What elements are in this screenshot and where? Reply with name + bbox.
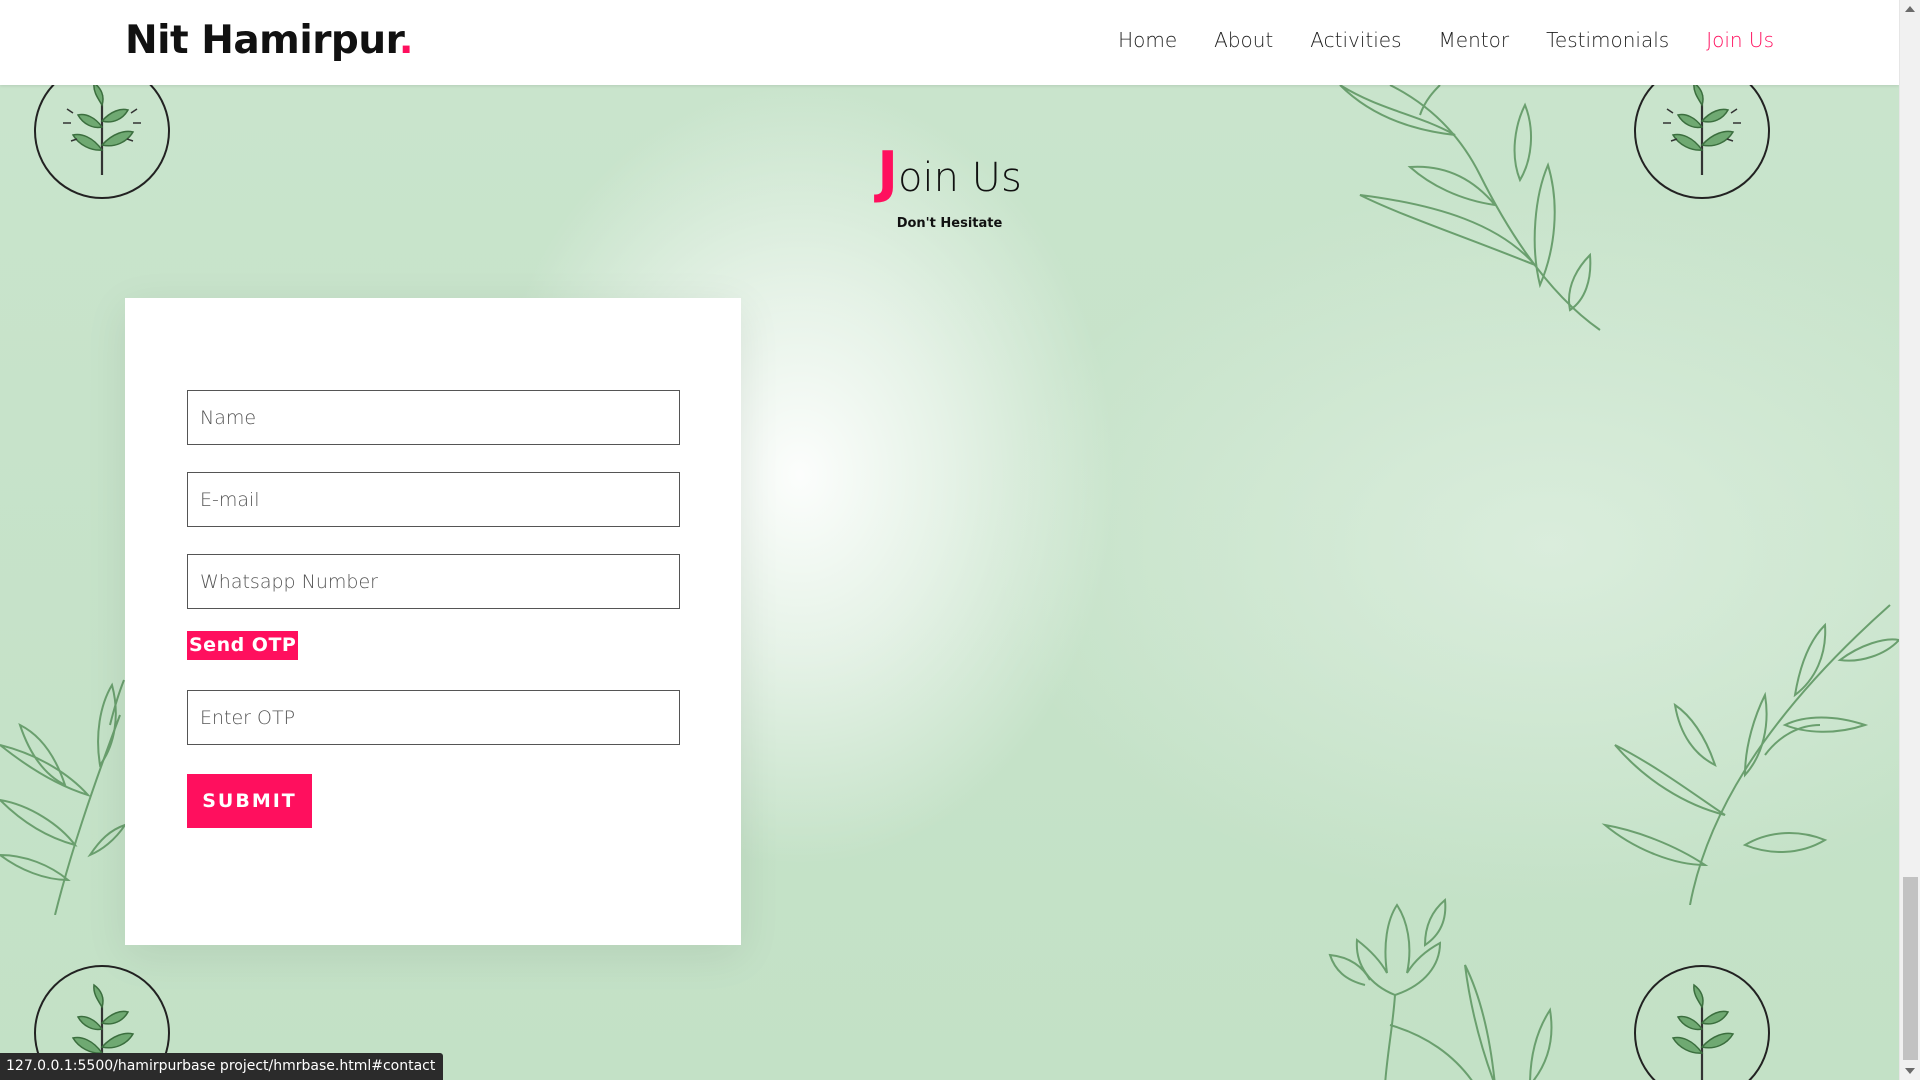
link-status-bar: 127.0.0.1:5500/hamirpurbase project/hmrb… xyxy=(0,1053,444,1080)
title-rest: oin Us xyxy=(898,155,1022,201)
send-otp-button[interactable]: Send OTP xyxy=(187,631,299,660)
tulip-icon xyxy=(1328,898,1553,1080)
nav-link-join-us[interactable]: Join Us xyxy=(1706,28,1774,52)
navbar: Nit Hamirpur. Home About Activities Ment… xyxy=(0,0,1899,85)
brand-dot: . xyxy=(398,18,414,63)
join-us-section: Join Us Don't Hesitate Send OTP SUBMIT xyxy=(0,85,1899,1080)
scrollbar-thumb[interactable] xyxy=(1903,877,1918,1060)
vertical-scrollbar[interactable] xyxy=(1899,0,1920,1080)
otp-input[interactable] xyxy=(187,690,680,745)
title-initial: J xyxy=(877,140,899,205)
brand-logo[interactable]: Nit Hamirpur. xyxy=(125,18,414,63)
scroll-up-arrow-icon[interactable] xyxy=(1905,6,1915,12)
name-input[interactable] xyxy=(187,390,680,445)
nav-link-about[interactable]: About xyxy=(1214,28,1273,52)
nav-link-mentor[interactable]: Mentor xyxy=(1439,28,1510,52)
leaf-branch-icon xyxy=(1339,85,1601,331)
nav-link-activities[interactable]: Activities xyxy=(1310,28,1401,52)
section-subtitle: Don't Hesitate xyxy=(896,216,1003,231)
section-title: Join Us xyxy=(0,145,1899,202)
leaf-branch-icon xyxy=(0,679,128,915)
scroll-down-arrow-icon[interactable] xyxy=(1905,1068,1915,1074)
whatsapp-number-input[interactable] xyxy=(187,554,680,609)
page-viewport: Nit Hamirpur. Home About Activities Ment… xyxy=(0,0,1899,1080)
nav-links: Home About Activities Mentor Testimonial… xyxy=(1118,28,1774,52)
nav-link-home[interactable]: Home xyxy=(1118,28,1177,52)
submit-button[interactable]: SUBMIT xyxy=(187,774,312,828)
email-input[interactable] xyxy=(187,472,680,527)
sprout-badge-icon xyxy=(1634,965,1770,1080)
leaf-branch-icon xyxy=(1601,604,1899,905)
brand-name: Nit Hamirpur xyxy=(125,18,399,63)
join-form-card: Send OTP SUBMIT xyxy=(125,298,741,945)
nav-link-testimonials[interactable]: Testimonials xyxy=(1546,28,1669,52)
